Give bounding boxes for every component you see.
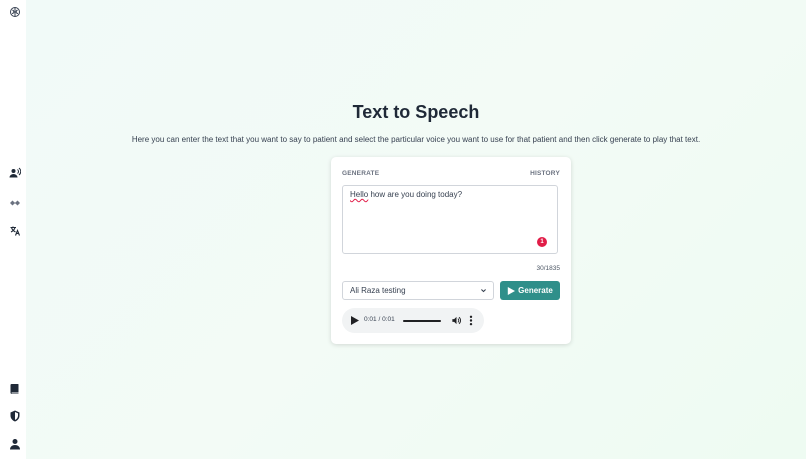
book-icon[interactable] xyxy=(8,382,22,396)
main-content: Text to Speech Here you can enter the te… xyxy=(26,0,806,459)
shield-icon[interactable] xyxy=(8,409,22,423)
misspelled-word[interactable]: Hello xyxy=(350,190,368,199)
voice-user-icon[interactable] xyxy=(8,166,22,180)
audio-progress-fill xyxy=(403,319,441,322)
voice-select-value: Ali Raza testing xyxy=(350,286,406,295)
tab-history[interactable]: HISTORY xyxy=(530,170,560,177)
waveform-icon[interactable] xyxy=(8,196,22,210)
character-counter: 30/1835 xyxy=(536,265,561,272)
audio-player: 0:01 / 0:01 xyxy=(342,308,484,333)
chevron-down-icon xyxy=(481,289,486,293)
grammar-error-badge[interactable]: 1 xyxy=(537,237,547,247)
user-icon[interactable] xyxy=(8,437,22,451)
more-options-icon[interactable] xyxy=(469,315,473,326)
play-icon xyxy=(507,286,516,295)
generate-button[interactable]: Generate xyxy=(500,281,560,300)
audio-time: 0:01 / 0:01 xyxy=(364,316,395,323)
audio-play-icon[interactable] xyxy=(351,316,359,325)
sidebar xyxy=(0,0,27,459)
speech-text-rest: how are you doing today? xyxy=(368,190,463,199)
audio-seek-bar[interactable] xyxy=(403,319,441,322)
page-title: Text to Speech xyxy=(352,102,480,122)
brain-icon[interactable] xyxy=(8,5,22,19)
page-subtitle: Here you can enter the text that you wan… xyxy=(131,135,701,144)
volume-icon[interactable] xyxy=(451,315,462,326)
generate-button-label: Generate xyxy=(518,286,553,295)
speech-text-input[interactable]: Hello how are you doing today? 1 xyxy=(342,185,558,254)
translate-icon[interactable] xyxy=(8,224,22,238)
voice-select[interactable]: Ali Raza testing xyxy=(342,281,494,300)
tab-generate[interactable]: GENERATE xyxy=(342,170,379,177)
tts-card: GENERATE HISTORY Hello how are you doing… xyxy=(331,157,571,344)
